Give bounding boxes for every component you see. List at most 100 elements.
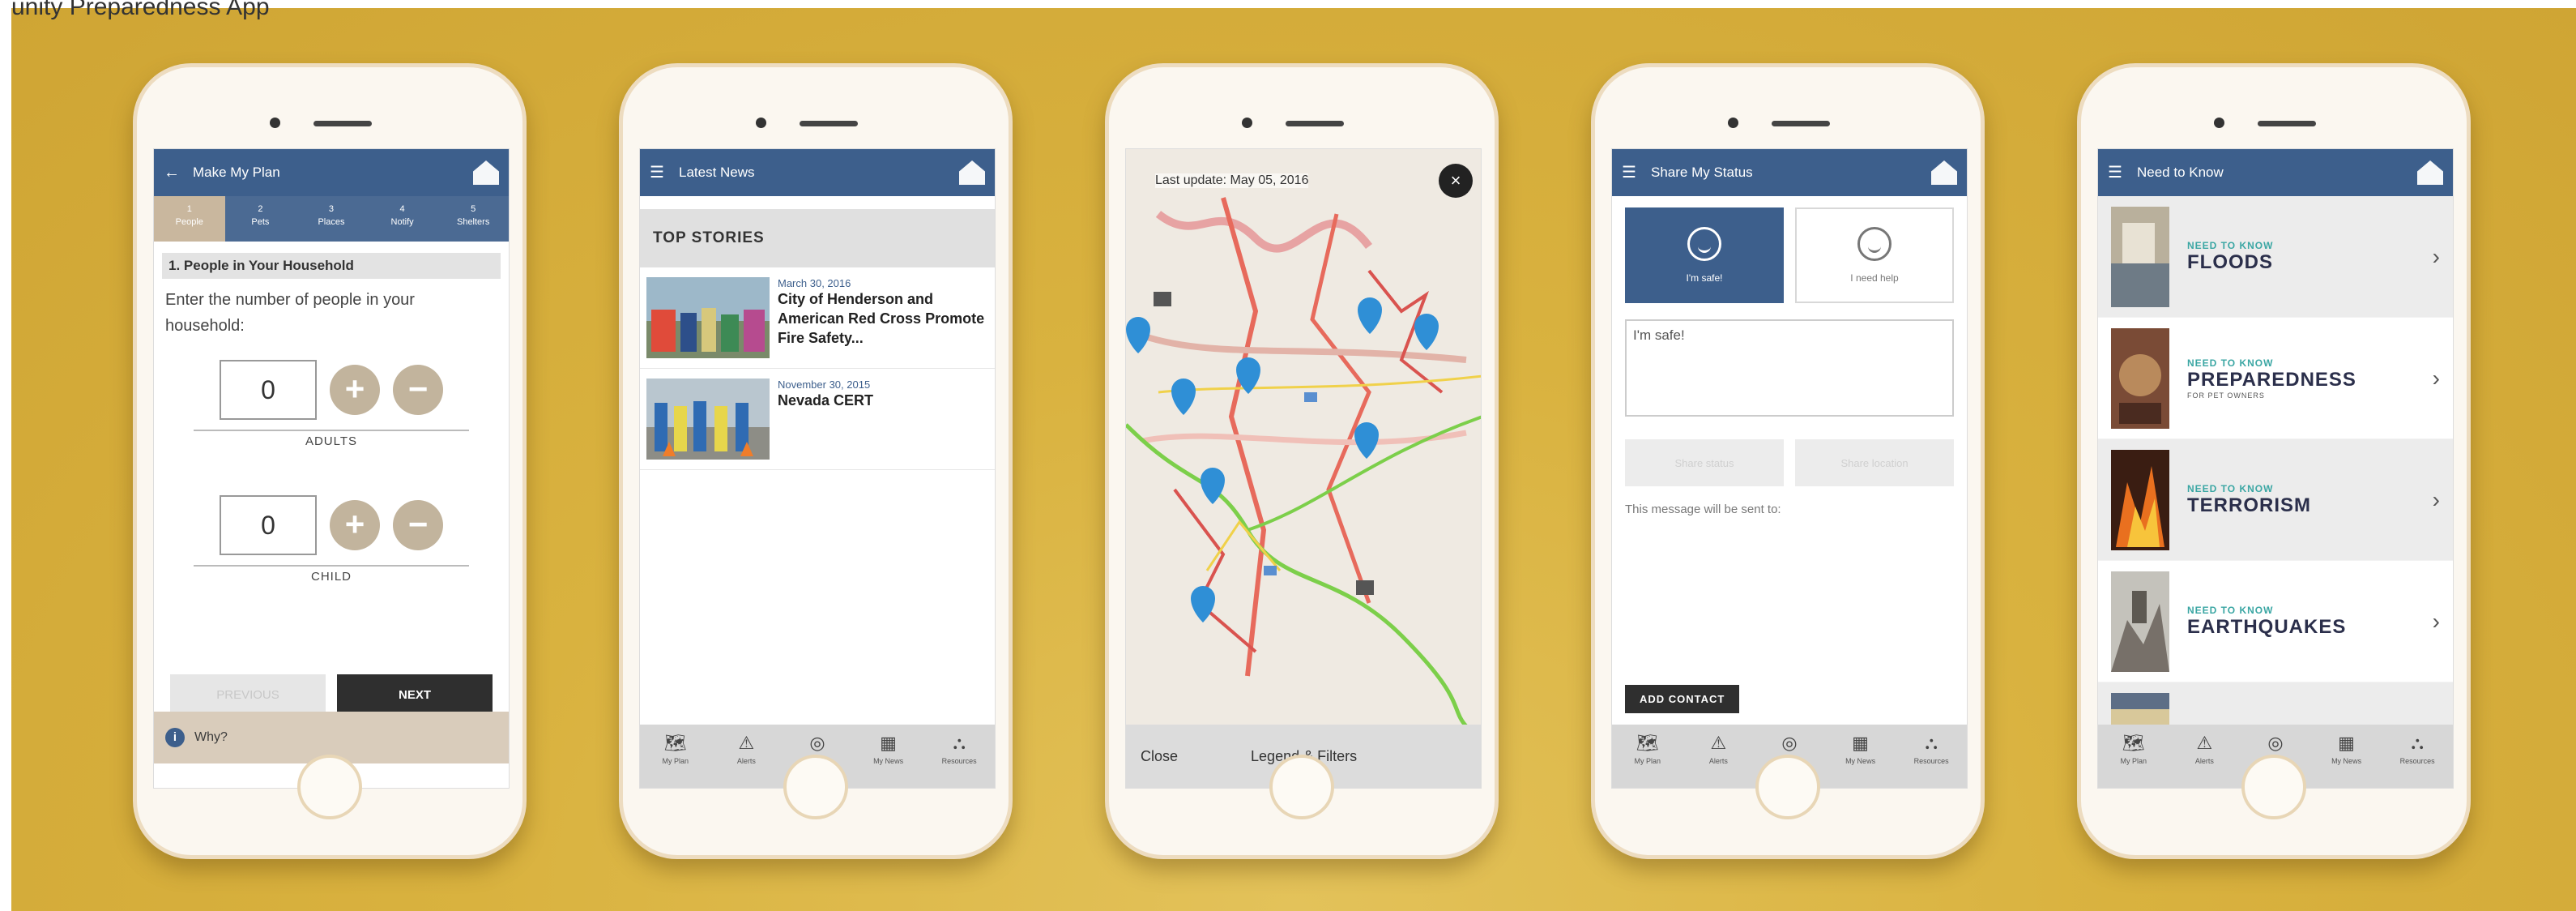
tab-my-plan[interactable]: 🗺 My Plan <box>640 725 711 788</box>
topic-earthquakes[interactable]: NEED TO KNOW EARTHQUAKES › <box>2098 561 2453 682</box>
im-safe-option[interactable]: I'm safe! <box>1625 207 1784 303</box>
step-tab-pets[interactable]: 2 Pets <box>225 196 296 242</box>
home-icon[interactable] <box>1931 160 1957 185</box>
topic-kicker: NEED TO KNOW <box>2187 604 2274 616</box>
news-screen: ☰ Latest News TOP STORIES March 30, 2016 <box>639 148 996 789</box>
step-number: 2 <box>258 204 263 214</box>
topic-kicker: NEED TO KNOW <box>2187 239 2274 251</box>
menu-icon[interactable]: ☰ <box>650 165 667 181</box>
adults-counter: 0 + − <box>154 360 509 420</box>
earpiece-speaker <box>313 121 372 126</box>
tab-alerts[interactable]: ⚠ Alerts <box>1683 725 1755 788</box>
news-header-title: Latest News <box>679 165 755 180</box>
step-tab-places[interactable]: 3 Places <box>296 196 367 242</box>
step-number: 4 <box>399 204 405 214</box>
next-button[interactable]: NEXT <box>337 674 493 715</box>
step-number: 3 <box>328 204 335 214</box>
news-title: City of Henderson and American Red Cross… <box>778 291 985 346</box>
adults-label: ADULTS <box>305 434 358 448</box>
adults-increment-button[interactable]: + <box>330 365 380 415</box>
step-tab-notify[interactable]: 4 Notify <box>367 196 438 242</box>
target-icon: ◎ <box>2267 733 2284 753</box>
map-icon: 🗺 <box>2122 733 2145 753</box>
share-status-button[interactable]: Share status <box>1625 439 1784 486</box>
plan-nav-buttons: PREVIOUS NEXT <box>170 674 493 715</box>
phone-map: Last update: May 05, 2016 × Close Legend… <box>1105 63 1499 859</box>
menu-icon[interactable]: ☰ <box>1622 165 1640 181</box>
news-thumbnail-image <box>646 277 770 358</box>
adults-decrement-button[interactable]: − <box>393 365 443 415</box>
hazard-map[interactable] <box>1126 149 1482 726</box>
step-tab-people[interactable]: 1 People <box>154 196 225 242</box>
tab-label: My Plan <box>2120 757 2147 765</box>
front-camera <box>1728 118 1738 128</box>
add-contact-button[interactable]: ADD CONTACT <box>1625 685 1740 713</box>
tab-resources[interactable]: ⛬ Resources <box>1896 725 1967 788</box>
plan-steps: 1 People 2 Pets 3 Places 4 Notify 5 Shelters <box>154 196 509 242</box>
know-screen: ☰ Need to Know NEED TO KNOW FLOODS › NEE… <box>2097 148 2454 789</box>
earthquakes-image <box>2111 571 2169 672</box>
share-buttons: Share status Share location <box>1625 439 1954 486</box>
tab-resources[interactable]: ⛬ Resources <box>923 725 995 788</box>
front-camera <box>1242 118 1252 128</box>
status-option-label: I need help <box>1850 272 1899 284</box>
news-icon: ▦ <box>2338 733 2355 753</box>
status-message-field[interactable]: I'm safe! <box>1625 319 1954 417</box>
know-header: ☰ Need to Know <box>2098 149 2453 196</box>
tab-label: Resources <box>2399 757 2435 765</box>
tab-my-news[interactable]: ▦ My News <box>853 725 924 788</box>
tab-my-plan[interactable]: 🗺 My Plan <box>2098 725 2169 788</box>
need-help-option[interactable]: I need help <box>1795 207 1954 303</box>
tab-my-news[interactable]: ▦ My News <box>2311 725 2382 788</box>
phone-make-my-plan: ← Make My Plan 1 People 2 Pets 3 Places 4 No… <box>133 63 527 859</box>
status-header: ☰ Share My Status <box>1612 149 1967 196</box>
info-icon: i <box>165 728 185 747</box>
tab-my-news[interactable]: ▦ My News <box>1825 725 1896 788</box>
topic-floods[interactable]: NEED TO KNOW FLOODS › <box>2098 196 2453 318</box>
divider <box>194 430 469 431</box>
chevron-right-icon: › <box>2432 243 2440 269</box>
close-icon[interactable]: × <box>1439 164 1473 198</box>
alert-icon: ⚠ <box>738 733 755 753</box>
tab-alerts[interactable]: ⚠ Alerts <box>711 725 783 788</box>
page-caption: unity Preparedness App <box>11 0 270 20</box>
step-label: Notify <box>390 217 414 227</box>
tab-my-plan[interactable]: 🗺 My Plan <box>1612 725 1683 788</box>
child-count-field[interactable]: 0 <box>220 495 317 555</box>
child-increment-button[interactable]: + <box>330 500 380 550</box>
home-icon[interactable] <box>959 160 985 185</box>
news-item[interactable]: March 30, 2016 City of Henderson and Ame… <box>640 267 995 369</box>
previous-button[interactable]: PREVIOUS <box>170 674 326 715</box>
status-header-title: Share My Status <box>1651 165 1753 180</box>
menu-icon[interactable]: ☰ <box>2108 165 2126 181</box>
news-text: November 30, 2015 Nevada CERT <box>778 379 873 460</box>
step-number: 5 <box>471 204 476 214</box>
tab-label: Resources <box>1913 757 1949 765</box>
earpiece-speaker <box>1772 121 1830 126</box>
child-decrement-button[interactable]: − <box>393 500 443 550</box>
home-icon[interactable] <box>473 160 499 185</box>
share-location-button[interactable]: Share location <box>1795 439 1954 486</box>
adults-count-field[interactable]: 0 <box>220 360 317 420</box>
tab-label: My News <box>2331 757 2362 765</box>
topic-preparedness[interactable]: NEED TO KNOW PREPAREDNESS FOR PET OWNERS… <box>2098 318 2453 439</box>
tab-alerts[interactable]: ⚠ Alerts <box>2169 725 2241 788</box>
back-arrow-icon[interactable]: ← <box>164 165 181 181</box>
tab-label: My News <box>873 757 904 765</box>
topic-kicker: NEED TO KNOW <box>2187 357 2274 369</box>
news-item[interactable]: November 30, 2015 Nevada CERT <box>640 369 995 470</box>
tab-resources[interactable]: ⛬ Resources <box>2382 725 2453 788</box>
preparedness-image <box>2111 327 2169 429</box>
topic-kicker: NEED TO KNOW <box>2187 482 2274 494</box>
map-close-button[interactable]: Close <box>1141 748 1178 765</box>
step-tab-shelters[interactable]: 5 Shelters <box>437 196 509 242</box>
map-screen: Last update: May 05, 2016 × Close Legend… <box>1125 148 1482 789</box>
step-label: Pets <box>251 217 270 227</box>
know-header-title: Need to Know <box>2137 165 2224 180</box>
home-icon[interactable] <box>2417 160 2443 185</box>
terrorism-image <box>2111 449 2169 550</box>
tab-label: My News <box>1845 757 1876 765</box>
step-label: Places <box>318 217 345 227</box>
phone-home-button <box>297 755 362 819</box>
topic-terrorism[interactable]: NEED TO KNOW TERRORISM › <box>2098 439 2453 561</box>
